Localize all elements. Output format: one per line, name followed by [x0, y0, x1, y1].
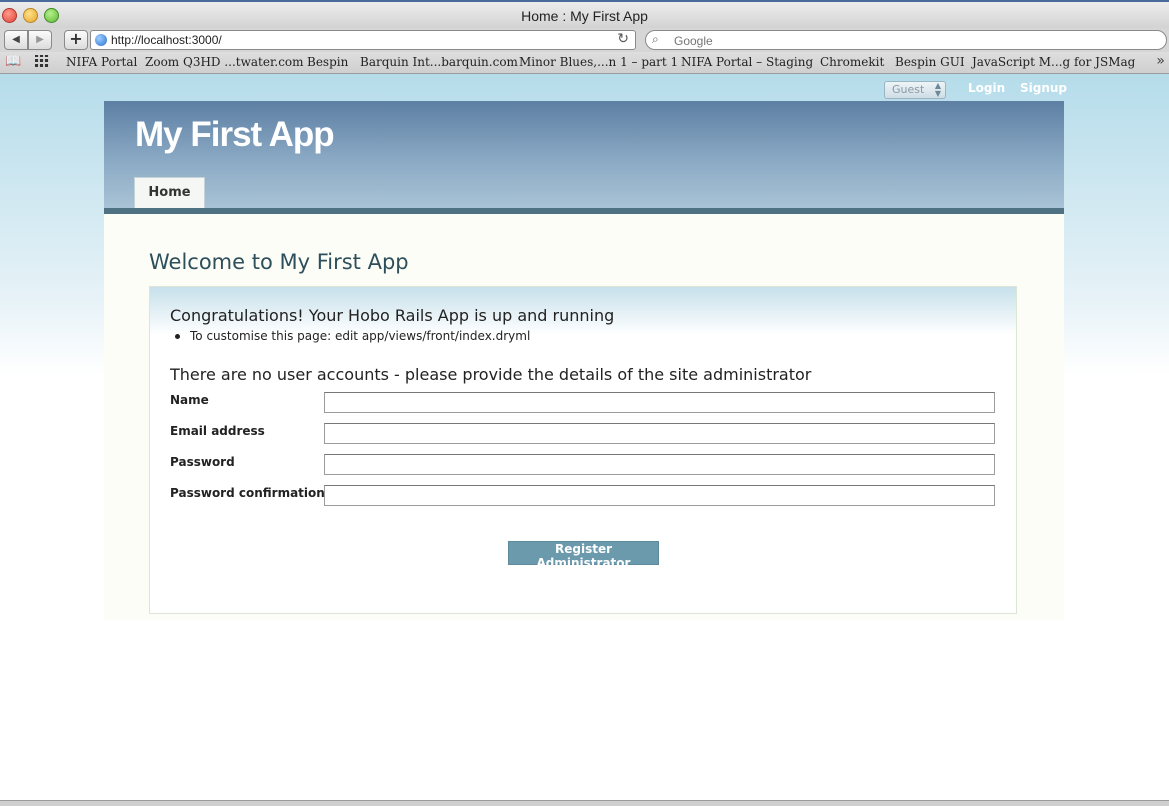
- address-url[interactable]: http://localhost:3000/: [111, 33, 222, 47]
- window-title: Home : My First App: [521, 8, 648, 24]
- card-title: Congratulations! Your Hobo Rails App is …: [170, 306, 615, 325]
- customise-hint: To customise this page: edit app/views/f…: [190, 329, 531, 343]
- name-field[interactable]: [324, 392, 995, 413]
- password-field[interactable]: [324, 454, 995, 475]
- browser-toolbar: ◀ ▶ + http://localhost:3000/ ↻ ⌕: [0, 28, 1169, 52]
- bookmark-nifa-portal[interactable]: NIFA Portal: [66, 55, 137, 69]
- register-administrator-button[interactable]: Register Administrator: [508, 541, 659, 570]
- web-page: Guest ▲ ▼ Login Signup My First App Home …: [0, 74, 1169, 800]
- back-button[interactable]: ◀: [4, 30, 28, 50]
- bookmark-bespin[interactable]: Bespin: [307, 55, 348, 69]
- name-label: Name: [170, 393, 209, 407]
- password-confirmation-label: Password confirmation: [170, 486, 325, 500]
- reload-icon[interactable]: ↻: [617, 31, 629, 47]
- tab-home[interactable]: Home: [134, 177, 205, 208]
- bookmarks-bar: 📖 NIFA Portal Zoom Q3HD ...twater.com Be…: [0, 52, 1169, 74]
- role-select-value: Guest: [892, 83, 925, 96]
- main-content: Welcome to My First App Congratulations!…: [104, 214, 1064, 620]
- site-globe-icon: [95, 34, 107, 46]
- plus-icon: +: [69, 29, 83, 48]
- bookmark-bespin-gui[interactable]: Bespin GUI: [895, 55, 965, 69]
- login-link[interactable]: Login: [968, 81, 1005, 95]
- app-name[interactable]: My First App: [135, 115, 335, 155]
- admin-section-title: There are no user accounts - please prov…: [170, 365, 812, 384]
- bullet-icon: [175, 334, 180, 339]
- password-label: Password: [170, 455, 235, 469]
- bookmark-nifa-staging[interactable]: NIFA Portal – Staging: [681, 55, 813, 69]
- email-label: Email address: [170, 424, 265, 438]
- password-confirmation-field[interactable]: [324, 485, 995, 506]
- reading-list-book-icon[interactable]: 📖: [5, 54, 21, 69]
- browser-search-box[interactable]: ⌕: [645, 30, 1167, 51]
- search-icon: ⌕: [652, 32, 659, 46]
- select-arrows-icon: ▲ ▼: [934, 81, 941, 98]
- window-titlebar: Home : My First App: [0, 0, 1169, 28]
- bookmark-minor-blues[interactable]: Minor Blues,...n 1 – part 1: [519, 55, 678, 69]
- forward-button[interactable]: ▶: [28, 30, 52, 50]
- bookmark-chromekit[interactable]: Chromekit: [820, 55, 884, 69]
- forward-arrow-icon: ▶: [36, 34, 44, 45]
- top-sites-grid-icon[interactable]: [35, 55, 49, 67]
- email-field[interactable]: [324, 423, 995, 444]
- signup-link[interactable]: Signup: [1020, 81, 1067, 95]
- add-bookmark-button[interactable]: +: [64, 30, 88, 50]
- back-arrow-icon: ◀: [12, 34, 20, 45]
- more-bookmarks-chevron-icon[interactable]: »: [1156, 53, 1165, 69]
- bookmark-javascript-jsmag[interactable]: JavaScript M...g for JSMag: [972, 55, 1135, 69]
- welcome-card: Congratulations! Your Hobo Rails App is …: [149, 286, 1017, 614]
- role-select[interactable]: Guest ▲ ▼: [884, 81, 946, 99]
- search-input[interactable]: [672, 31, 1156, 51]
- page-title: Welcome to My First App: [149, 250, 409, 274]
- address-bar[interactable]: http://localhost:3000/ ↻: [90, 30, 636, 50]
- bookmark-zoom-q3hd[interactable]: Zoom Q3HD ...twater.com: [145, 55, 304, 69]
- bookmark-barquin[interactable]: Barquin Int...barquin.com: [360, 55, 518, 69]
- window-bottom-edge: [0, 800, 1169, 806]
- app-header: My First App Home: [104, 101, 1064, 214]
